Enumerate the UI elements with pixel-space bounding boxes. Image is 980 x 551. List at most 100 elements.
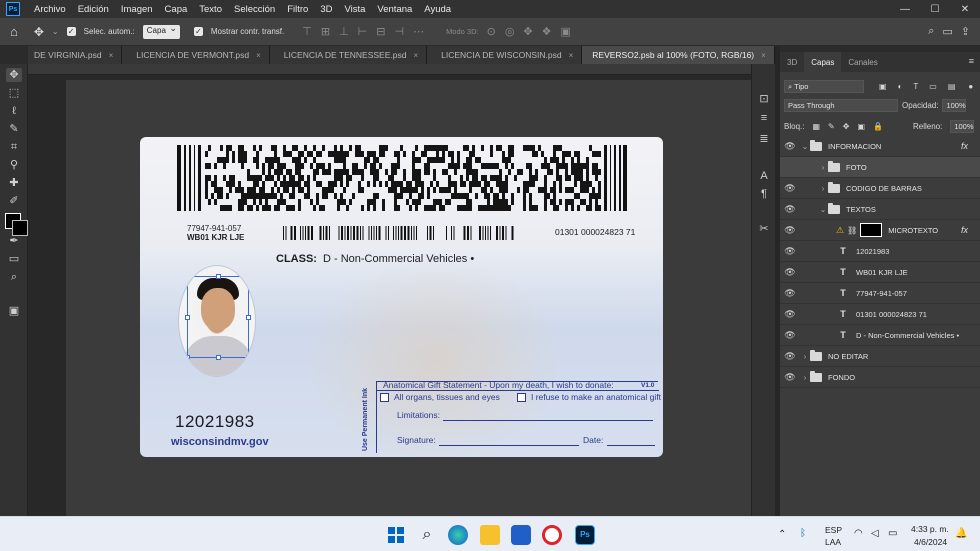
close-icon[interactable]: × bbox=[109, 51, 114, 60]
auto-select-dropdown[interactable]: Capa bbox=[142, 23, 180, 39]
close-icon[interactable]: × bbox=[256, 51, 261, 60]
transform-controls-checkbox[interactable]: ✓ bbox=[193, 27, 203, 36]
share-icon[interactable]: ⇪ bbox=[961, 25, 970, 38]
move-tool-icon[interactable]: ✥ bbox=[34, 25, 44, 39]
transform-bounding-box[interactable] bbox=[185, 274, 251, 360]
wifi-icon[interactable]: ◠ bbox=[854, 528, 863, 539]
portrait-photo[interactable] bbox=[178, 265, 256, 377]
filter-pixel-icon[interactable]: ▣ bbox=[879, 82, 887, 91]
tools-settings-icon[interactable]: ✂ bbox=[757, 222, 771, 236]
pen-tool-icon[interactable]: ✒ bbox=[6, 234, 22, 248]
align-right-icon[interactable]: ⊣ bbox=[394, 25, 404, 38]
fx-icon[interactable]: fx bbox=[961, 225, 968, 235]
lasso-tool-icon[interactable]: ℓ bbox=[6, 104, 22, 118]
layer-fondo[interactable]: 👁 › FONDO bbox=[780, 367, 980, 388]
menu-edicion[interactable]: Edición bbox=[72, 4, 115, 15]
menu-imagen[interactable]: Imagen bbox=[115, 4, 159, 15]
menu-archivo[interactable]: Archivo bbox=[28, 4, 72, 15]
chevron-right-icon[interactable]: › bbox=[818, 163, 828, 172]
properties-icon[interactable]: ≣ bbox=[757, 132, 771, 146]
fx-icon[interactable]: fx bbox=[961, 141, 968, 151]
clock-date[interactable]: 4/6/2024 bbox=[914, 537, 947, 547]
eye-icon[interactable]: 👁 bbox=[780, 267, 800, 278]
scale-3d-icon[interactable]: ▣ bbox=[561, 25, 571, 38]
eye-icon[interactable]: 👁 bbox=[780, 372, 800, 383]
brush-tool-icon[interactable]: ✐ bbox=[6, 194, 22, 208]
more-options-icon[interactable]: ⋯ bbox=[413, 25, 424, 38]
character-icon[interactable]: A bbox=[757, 170, 771, 184]
microsoft-store-icon[interactable] bbox=[511, 525, 531, 545]
eye-icon[interactable]: 👁 bbox=[780, 225, 800, 236]
fill-input[interactable]: 100% bbox=[950, 120, 975, 133]
lock-artboard-icon[interactable]: ▣ bbox=[857, 122, 865, 131]
volume-icon[interactable]: ◁ bbox=[871, 528, 879, 539]
transform-handle[interactable] bbox=[216, 274, 221, 279]
align-middle-icon[interactable]: ⊞ bbox=[321, 25, 330, 38]
menu-ventana[interactable]: Ventana bbox=[371, 4, 418, 15]
workspace-icon[interactable]: ▭ bbox=[942, 25, 952, 38]
transform-handle[interactable] bbox=[185, 274, 190, 279]
close-icon[interactable]: × bbox=[761, 51, 766, 60]
pan-3d-icon[interactable]: ✥ bbox=[523, 25, 532, 38]
panel-menu-icon[interactable]: ≡ bbox=[969, 56, 974, 72]
tab-canales[interactable]: Canales bbox=[841, 52, 884, 72]
bluetooth-icon[interactable]: ᛒ bbox=[800, 528, 806, 539]
align-bottom-icon[interactable]: ⊥ bbox=[339, 25, 349, 38]
chevron-right-icon[interactable]: › bbox=[818, 184, 828, 193]
tab-tennessee[interactable]: LICENCIA DE TENNESSEE.psd × bbox=[269, 46, 428, 64]
menu-texto[interactable]: Texto bbox=[193, 4, 228, 15]
lock-all-icon[interactable]: 🔒 bbox=[873, 122, 883, 131]
menu-ayuda[interactable]: Ayuda bbox=[418, 4, 457, 15]
move-tool-icon[interactable]: ✥ bbox=[6, 68, 22, 82]
paragraph-icon[interactable]: ¶ bbox=[757, 188, 771, 202]
transform-handle[interactable] bbox=[246, 274, 251, 279]
align-top-icon[interactable]: ⊤ bbox=[302, 25, 312, 38]
layer-text-12021983[interactable]: 👁 T 12021983 bbox=[780, 241, 980, 262]
tab-reverso2[interactable]: REVERSO2.psb al 100% (FOTO, RGB/16) × bbox=[582, 46, 775, 64]
adjustments-icon[interactable]: ≡ bbox=[757, 112, 771, 126]
eye-icon[interactable]: 👁 bbox=[780, 288, 800, 299]
tab-vermont[interactable]: LICENCIA DE VERMONT.psd × bbox=[122, 46, 270, 64]
language-indicator[interactable]: ESP bbox=[825, 525, 842, 535]
chevron-up-icon[interactable]: ⌃ bbox=[778, 529, 786, 540]
transform-handle[interactable] bbox=[216, 355, 221, 360]
filter-toggle-icon[interactable]: ● bbox=[968, 82, 973, 91]
maximize-button[interactable]: ☐ bbox=[920, 4, 950, 15]
align-left-icon[interactable]: ⊢ bbox=[358, 25, 368, 38]
menu-filtro[interactable]: Filtro bbox=[281, 4, 314, 15]
layer-text-wb01[interactable]: 👁 T WB01 KJR LJE bbox=[780, 262, 980, 283]
chevron-down-icon[interactable]: ⌄ bbox=[52, 27, 59, 36]
menu-seleccion[interactable]: Selección bbox=[228, 4, 281, 15]
eye-icon[interactable]: 👁 bbox=[780, 204, 800, 215]
slide-3d-icon[interactable]: ❖ bbox=[542, 25, 552, 38]
close-icon[interactable]: × bbox=[569, 51, 574, 60]
lock-position-icon[interactable]: ✥ bbox=[843, 122, 850, 131]
battery-icon[interactable]: ▭ bbox=[888, 528, 897, 539]
close-window-button[interactable]: ✕ bbox=[950, 4, 980, 15]
marquee-tool-icon[interactable]: ⬚ bbox=[6, 86, 22, 100]
eye-icon[interactable]: 👁 bbox=[780, 330, 800, 341]
file-explorer-icon[interactable] bbox=[480, 525, 500, 545]
link-icon[interactable]: ⛓ bbox=[847, 226, 857, 235]
transform-handle[interactable] bbox=[246, 355, 251, 360]
opacity-input[interactable]: 100% bbox=[942, 99, 967, 112]
eye-icon[interactable]: 👁 bbox=[780, 309, 800, 320]
align-center-icon[interactable]: ⊟ bbox=[376, 25, 385, 38]
blend-mode-dropdown[interactable]: Pass Through bbox=[784, 99, 898, 112]
minimize-button[interactable]: — bbox=[890, 4, 920, 15]
filter-adjustment-icon[interactable]: ◐ bbox=[898, 82, 903, 91]
screen-mode-icon[interactable]: ▣ bbox=[6, 304, 22, 318]
auto-select-checkbox[interactable]: ✓ bbox=[66, 27, 76, 36]
layer-textos[interactable]: 👁 ⌄ TEXTOS bbox=[780, 199, 980, 220]
layer-microtexto[interactable]: 👁 ⚠ ⛓ MICROTEXTO fx bbox=[780, 220, 980, 241]
home-icon[interactable]: ⌂ bbox=[10, 24, 18, 39]
filter-shape-icon[interactable]: ▭ bbox=[929, 82, 937, 91]
quick-mask-icon[interactable] bbox=[6, 256, 22, 270]
menu-3d[interactable]: 3D bbox=[314, 4, 338, 15]
zoom-tool-icon[interactable]: ⌕ bbox=[6, 270, 22, 284]
layer-foto[interactable]: 👁›FOTO bbox=[780, 157, 980, 178]
search-icon[interactable]: ⌕ bbox=[928, 25, 934, 38]
close-icon[interactable]: × bbox=[413, 51, 418, 60]
chevron-right-icon[interactable]: › bbox=[800, 352, 810, 361]
tab-capas[interactable]: Capas bbox=[804, 52, 842, 72]
